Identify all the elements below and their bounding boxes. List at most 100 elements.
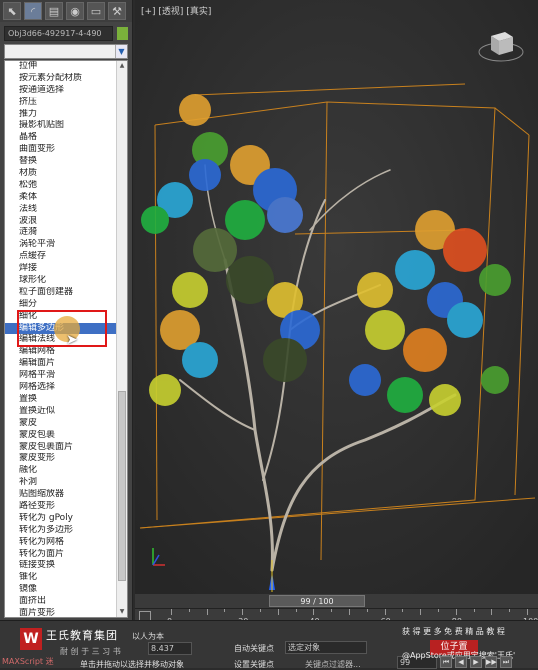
ruler-tick <box>438 609 439 612</box>
modifier-list-item[interactable]: 松弛 <box>5 180 117 192</box>
modifier-list-item[interactable]: 挤压 <box>5 97 117 109</box>
modifier-list-item[interactable]: 涡轮平滑 <box>5 239 117 251</box>
brand-logo: W <box>20 628 42 650</box>
modifier-list-scrollbar[interactable]: ▲ ▼ <box>116 61 127 617</box>
modifier-list-item[interactable]: 面片变形 <box>5 608 117 617</box>
ruler-tick <box>527 609 528 615</box>
modifier-list-item[interactable]: 网格平滑 <box>5 370 117 382</box>
modifier-dropdown-value <box>5 45 115 58</box>
object-name-row: Obj3d66-492917-4-490 <box>4 25 128 41</box>
command-panel-tabs: ⬉ ◜ ▤ ◉ ▭ ⚒ <box>0 0 132 22</box>
viewcube-icon[interactable] <box>478 22 524 68</box>
motion-icon[interactable]: ◉ <box>66 2 84 20</box>
coordinate-field[interactable]: 8.437 <box>148 642 192 655</box>
playback-button[interactable]: ◀ <box>455 656 467 668</box>
scroll-thumb[interactable] <box>118 391 126 581</box>
modifier-list-item[interactable]: 材质 <box>5 168 117 180</box>
ruler-tick <box>420 609 422 615</box>
modifier-list-item[interactable]: 蒙皮 <box>5 418 117 430</box>
scroll-up-icon[interactable]: ▲ <box>117 61 127 71</box>
modifier-list-item[interactable]: 细分 <box>5 299 117 311</box>
mouse-pointer-icon: ➤ <box>66 332 78 348</box>
scroll-down-icon[interactable]: ▼ <box>117 607 127 617</box>
status-prompt: 单击并拖动以选择并移动对象 <box>80 660 184 669</box>
object-name-field[interactable]: Obj3d66-492917-4-490 <box>4 25 113 41</box>
modifier-list-item[interactable]: 面挤出 <box>5 596 117 608</box>
modifier-list-item[interactable]: 路径变形 <box>5 501 117 513</box>
ruler-tick <box>313 609 315 615</box>
ruler-tick <box>188 609 190 612</box>
modifier-list-item[interactable]: 转化为网格 <box>5 537 117 549</box>
modifier-list-item[interactable]: 晶格 <box>5 132 117 144</box>
ruler-tick <box>491 609 493 615</box>
ruler-tick <box>455 609 457 615</box>
maxscript-listener[interactable]: MAXScript 迷 <box>0 656 72 668</box>
modify-curve-icon[interactable]: ◜ <box>24 2 42 20</box>
ruler-tick <box>331 609 333 612</box>
modifier-list-item[interactable]: 拉伸 <box>5 61 117 73</box>
auto-key-button[interactable]: 自动关键点 <box>234 643 274 654</box>
modifier-list-item[interactable]: 网格选择 <box>5 382 117 394</box>
ruler-tick <box>384 609 386 615</box>
modifier-list-item[interactable]: 曲面变形 <box>5 144 117 156</box>
modifier-list-item[interactable]: 置换近似 <box>5 406 117 418</box>
key-filter-select[interactable]: 选定对象 <box>285 641 367 654</box>
ruler-tick <box>260 609 261 612</box>
modifier-list-item[interactable]: 贴图缩放器 <box>5 489 117 501</box>
modifier-list-item[interactable]: 法线 <box>5 204 117 216</box>
modifier-list-item[interactable]: 替换 <box>5 156 117 168</box>
modifier-list-item[interactable]: 按通道选择 <box>5 85 117 97</box>
display-icon[interactable]: ▭ <box>87 2 105 20</box>
modifier-list-item[interactable]: 编辑网格 <box>5 346 117 358</box>
ruler-tick <box>242 609 244 615</box>
modifier-list-item[interactable]: 焊接 <box>5 263 117 275</box>
modifier-list-item[interactable]: 波浪 <box>5 216 117 228</box>
playback-button[interactable]: ⏮ <box>440 656 452 668</box>
modifier-list-item[interactable]: 锥化 <box>5 572 117 584</box>
modifier-list-item[interactable]: 摄影机贴图 <box>5 120 117 132</box>
modifier-list-item[interactable]: 补洞 <box>5 477 117 489</box>
modifier-list-item[interactable]: 蒙皮包裹 <box>5 430 117 442</box>
scene-render <box>135 0 538 606</box>
modifier-list-item[interactable]: 镜像 <box>5 584 117 596</box>
playback-button[interactable]: ▶▶ <box>485 656 497 668</box>
key-filters-button[interactable]: 关键点过滤器... <box>305 659 361 670</box>
modifier-list-item[interactable]: 链接变换 <box>5 560 117 572</box>
modifier-list-item[interactable]: 编辑面片 <box>5 358 117 370</box>
ruler-tick <box>224 609 226 612</box>
modifier-list-item[interactable]: 转化为多边形 <box>5 525 117 537</box>
modifier-list-dropdown[interactable]: ▼ <box>4 44 128 59</box>
modifier-list-item[interactable]: 置换 <box>5 394 117 406</box>
modifier-list-item[interactable]: 融化 <box>5 465 117 477</box>
brand-slogan: 以人为本 <box>132 632 164 641</box>
modifier-list-item[interactable]: 涟漪 <box>5 227 117 239</box>
object-color-swatch[interactable] <box>117 26 128 40</box>
modifier-list-item[interactable]: 蒙皮变形 <box>5 453 117 465</box>
perspective-viewport[interactable]: [+] [透视] [真实] <box>135 0 538 606</box>
time-slider[interactable]: 99 / 100 <box>269 595 365 607</box>
ruler-tick <box>349 609 350 615</box>
viewport-label[interactable]: [+] [透视] [真实] <box>141 4 211 17</box>
modifier-list-item[interactable]: 转化为面片 <box>5 549 117 561</box>
ruler-tick <box>473 609 475 612</box>
ruler-tick <box>509 609 511 612</box>
utilities-hammer-icon[interactable]: ⚒ <box>108 2 126 20</box>
ruler-tick <box>171 609 172 615</box>
chevron-down-icon[interactable]: ▼ <box>115 45 127 58</box>
watermark-top: 获 得 更 多 免 费 精 品 教 程 <box>402 627 505 636</box>
select-object-icon[interactable]: ⬉ <box>3 2 21 20</box>
modifier-list-item[interactable]: 推力 <box>5 109 117 121</box>
modifier-list-item[interactable]: 球形化 <box>5 275 117 287</box>
modifier-list-item[interactable]: 转化为 gPoly <box>5 513 117 525</box>
playback-button[interactable]: ⏭ <box>500 656 512 668</box>
modifier-list-item[interactable]: 蒙皮包裹面片 <box>5 442 117 454</box>
ruler-tick <box>277 609 279 615</box>
playback-button[interactable]: ▶ <box>470 656 482 668</box>
modifier-list-item[interactable]: 点缓存 <box>5 251 117 263</box>
set-key-button[interactable]: 设置关键点 <box>234 659 274 670</box>
hierarchy-icon[interactable]: ▤ <box>45 2 63 20</box>
modifier-list-item[interactable]: 柔体 <box>5 192 117 204</box>
modifier-list-item[interactable]: 粒子面创建器 <box>5 287 117 299</box>
brand-name: 王氏教育集团 <box>46 629 118 642</box>
modifier-list-item[interactable]: 按元素分配材质 <box>5 73 117 85</box>
